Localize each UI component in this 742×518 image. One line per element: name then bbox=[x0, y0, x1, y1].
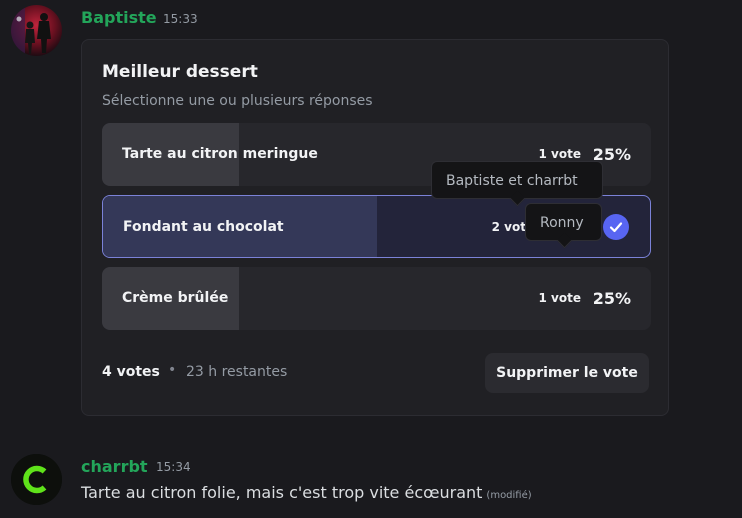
check-icon bbox=[603, 214, 629, 240]
poll-answer-label: Fondant au chocolat bbox=[123, 219, 284, 235]
message-timestamp: 15:33 bbox=[163, 12, 198, 26]
message-charrbt: charrbt 15:34 Tarte au citron folie, mai… bbox=[0, 430, 742, 518]
poll-answer-votes: 2 vot bbox=[491, 220, 526, 234]
edited-label: (modifié) bbox=[486, 490, 532, 501]
author-name[interactable]: charrbt bbox=[81, 457, 148, 476]
message-content: Tarte au citron folie, mais c'est trop v… bbox=[81, 483, 483, 502]
poll-answer-votes: 1 vote bbox=[538, 291, 581, 305]
poll-card: Meilleur dessert Sélectionne une ou plus… bbox=[81, 39, 669, 416]
message-baptiste: Baptiste 15:33 Meilleur dessert Sélectio… bbox=[0, 0, 742, 430]
voters-tooltip-text: Baptiste et charrbt bbox=[446, 173, 578, 189]
poll-footer-separator: • bbox=[168, 362, 177, 378]
avatar-baptiste[interactable] bbox=[11, 5, 62, 56]
poll-answer-percent: 25% bbox=[592, 289, 631, 308]
poll-answer-creme[interactable]: Crème brûlée 1 vote 25% bbox=[102, 267, 651, 330]
voter-hover-tooltip-text: Ronny bbox=[540, 215, 584, 231]
voter-hover-tooltip: Ronny bbox=[525, 203, 602, 249]
avatar-charrbt[interactable] bbox=[11, 454, 62, 505]
poll-title: Meilleur dessert bbox=[102, 62, 258, 82]
poll-answer-label: Tarte au citron meringue bbox=[122, 146, 318, 162]
poll-time-remaining: 23 h restantes bbox=[186, 364, 288, 380]
voters-tooltip: Baptiste et charrbt bbox=[431, 161, 603, 207]
poll-total-votes: 4 votes bbox=[102, 364, 160, 380]
poll-subtitle: Sélectionne une ou plusieurs réponses bbox=[102, 93, 373, 109]
author-name[interactable]: Baptiste bbox=[81, 8, 157, 27]
message-text: Tarte au citron folie, mais c'est trop v… bbox=[81, 483, 532, 502]
message-timestamp: 15:34 bbox=[156, 460, 191, 474]
remove-vote-button[interactable]: Supprimer le vote bbox=[485, 353, 649, 393]
poll-answer-label: Crème brûlée bbox=[122, 290, 229, 306]
